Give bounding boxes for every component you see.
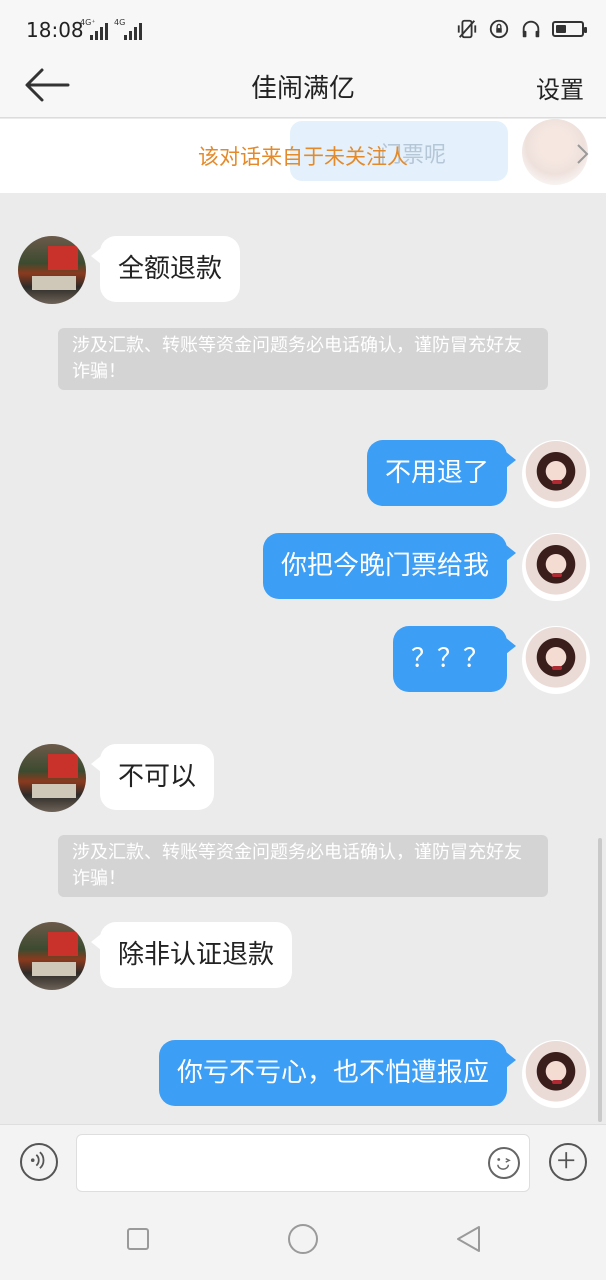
vibrate-mute-icon bbox=[457, 19, 477, 39]
recent-apps-button[interactable] bbox=[127, 1228, 149, 1250]
voice-input-button[interactable] bbox=[20, 1143, 58, 1181]
headphones-icon bbox=[522, 20, 540, 38]
message-bubble-outgoing[interactable]: 不用退了 bbox=[366, 440, 517, 506]
signal-4g-icon: 4G bbox=[114, 18, 142, 40]
status-bar: 18:08 4G⁺ 4G bbox=[0, 0, 606, 60]
avatar[interactable] bbox=[522, 533, 590, 601]
emoji-icon bbox=[497, 1157, 511, 1170]
status-time: 18:08 bbox=[26, 18, 84, 42]
chevron-right-icon bbox=[577, 144, 589, 164]
message-bubble-incoming[interactable]: 不可以 bbox=[90, 744, 215, 810]
avatar[interactable] bbox=[18, 236, 86, 304]
voice-icon bbox=[30, 1151, 45, 1169]
message-bubble-incoming[interactable]: 全额退款 bbox=[90, 236, 241, 302]
message-bubble-outgoing[interactable]: ？？？ bbox=[392, 626, 517, 692]
settings-button[interactable]: 设置 bbox=[536, 70, 584, 105]
notice-text: 该对话来自于未关注人 bbox=[198, 145, 408, 169]
message-bubble-incoming[interactable]: 除非认证退款 bbox=[90, 922, 293, 988]
page-title: 佳闹满亿 bbox=[250, 74, 355, 104]
avatar[interactable] bbox=[522, 1040, 590, 1108]
signal-4g-plus-icon: 4G⁺ bbox=[80, 18, 108, 40]
alarm-lock-icon bbox=[489, 19, 509, 39]
avatar[interactable] bbox=[18, 744, 86, 812]
avatar[interactable] bbox=[18, 922, 86, 990]
stranger-notice-banner[interactable]: 门票呢 该对话来自于未关注人 bbox=[0, 119, 606, 193]
nav-back-icon[interactable] bbox=[454, 1224, 482, 1254]
input-bar bbox=[0, 1124, 606, 1200]
message-bubble-outgoing[interactable]: 你把今晚门票给我 bbox=[262, 533, 517, 599]
message-input[interactable] bbox=[76, 1134, 530, 1192]
security-warning: 涉及汇款、转账等资金问题务必电话确认，谨防冒充好友诈骗！ bbox=[58, 328, 548, 390]
system-nav-bar bbox=[0, 1200, 606, 1280]
avatar[interactable] bbox=[522, 440, 590, 508]
plus-icon bbox=[558, 1152, 575, 1169]
emoji-button[interactable] bbox=[488, 1147, 520, 1179]
title-bar: 佳闹满亿 设置 bbox=[0, 60, 606, 118]
security-warning: 涉及汇款、转账等资金问题务必电话确认，谨防冒充好友诈骗！ bbox=[58, 835, 548, 897]
scrollbar[interactable] bbox=[598, 838, 602, 1122]
message-bubble-outgoing[interactable]: 你亏不亏心，也不怕遭报应 bbox=[158, 1040, 517, 1106]
avatar[interactable] bbox=[522, 626, 590, 694]
home-button[interactable] bbox=[288, 1224, 318, 1254]
battery-icon bbox=[552, 21, 587, 37]
add-attachment-button[interactable] bbox=[549, 1143, 587, 1181]
